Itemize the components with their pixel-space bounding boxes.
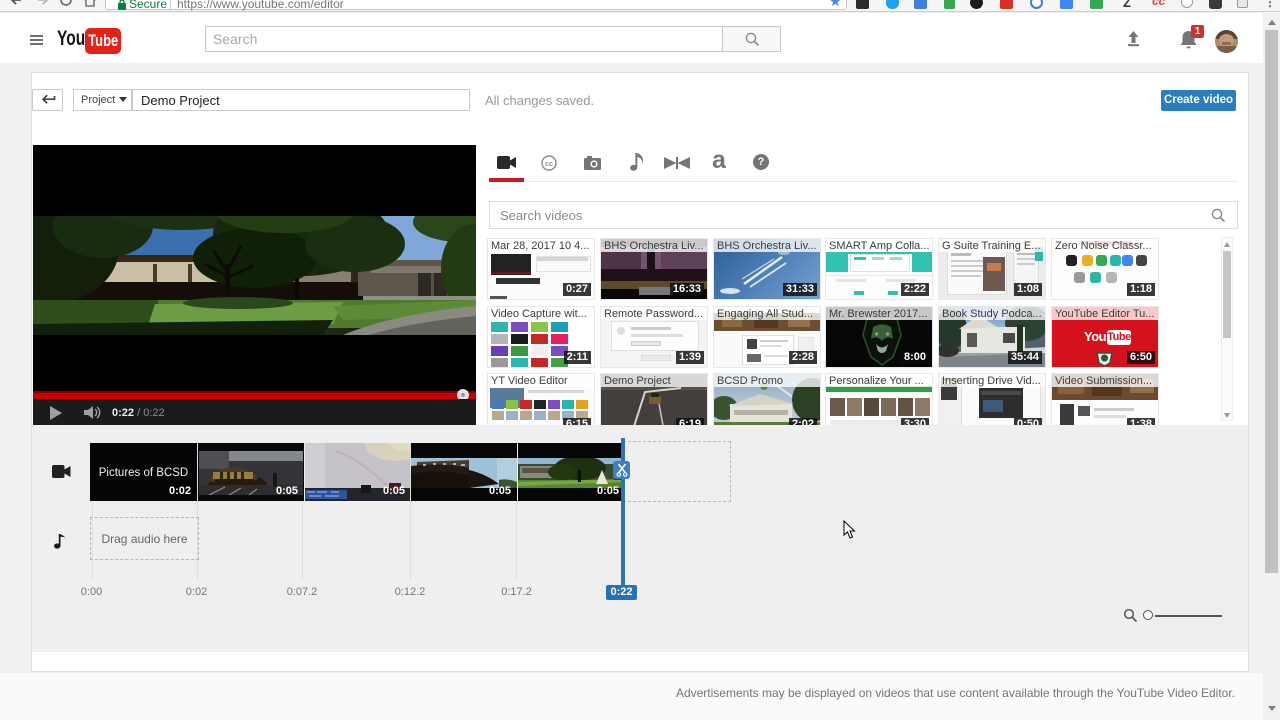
svg-text:cc: cc <box>545 161 553 168</box>
